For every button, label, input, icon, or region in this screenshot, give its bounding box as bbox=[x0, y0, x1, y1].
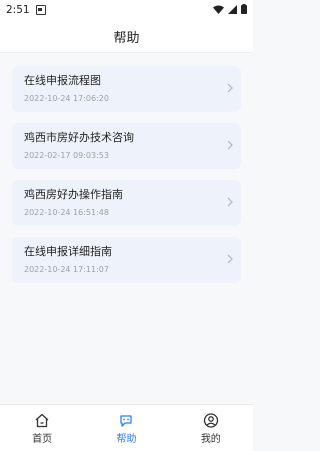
help-icon bbox=[120, 415, 133, 427]
bottom-tab-bar: 首页 帮助 我的 bbox=[0, 404, 253, 451]
list-item-3[interactable]: 在线申报详细指南 2022-10-24 17:11:07 bbox=[12, 237, 241, 283]
list-item-0[interactable]: 在线申报流程图 2022-10-24 17:06:20 bbox=[12, 66, 241, 112]
chevron-right-icon bbox=[227, 140, 233, 150]
item-date: 2022-02-17 09:03:53 bbox=[24, 151, 109, 160]
item-date: 2022-10-24 17:11:07 bbox=[24, 265, 109, 274]
list-item-1[interactable]: 鸡西市房好办技术咨询 2022-02-17 09:03:53 bbox=[12, 123, 241, 169]
home-icon bbox=[35, 413, 49, 428]
battery-icon bbox=[241, 4, 247, 14]
user-icon bbox=[203, 413, 218, 428]
tab-help[interactable]: 帮助 bbox=[84, 405, 168, 451]
item-date: 2022-10-24 17:06:20 bbox=[24, 94, 109, 103]
wifi-icon bbox=[213, 5, 224, 14]
tab-profile[interactable]: 我的 bbox=[169, 405, 253, 451]
list-item-2[interactable]: 鸡西房好办操作指南 2022-10-24 16:51:48 bbox=[12, 180, 241, 226]
item-title: 鸡西房好办操作指南 bbox=[24, 188, 123, 201]
status-indicators bbox=[213, 4, 247, 14]
notification-icon bbox=[35, 5, 46, 15]
tab-label: 首页 bbox=[32, 434, 53, 445]
item-title: 在线申报流程图 bbox=[24, 74, 101, 87]
tab-label: 我的 bbox=[200, 434, 221, 445]
tab-home[interactable]: 首页 bbox=[0, 405, 84, 451]
status-bar: 2:51 bbox=[0, 0, 253, 20]
chevron-right-icon bbox=[227, 197, 233, 207]
page-title: 帮助 bbox=[113, 30, 140, 46]
tab-label: 帮助 bbox=[116, 434, 137, 445]
item-date: 2022-10-24 16:51:48 bbox=[24, 208, 109, 217]
chevron-right-icon bbox=[227, 254, 233, 264]
status-time: 2:51 bbox=[6, 4, 30, 16]
help-list: 在线申报流程图 2022-10-24 17:06:20 鸡西市房好办技术咨询 2… bbox=[12, 66, 241, 294]
chevron-right-icon bbox=[227, 83, 233, 93]
item-title: 鸡西市房好办技术咨询 bbox=[24, 131, 134, 144]
nav-bar: 帮助 bbox=[0, 20, 253, 53]
item-title: 在线申报详细指南 bbox=[24, 245, 112, 258]
signal-icon bbox=[228, 4, 237, 14]
